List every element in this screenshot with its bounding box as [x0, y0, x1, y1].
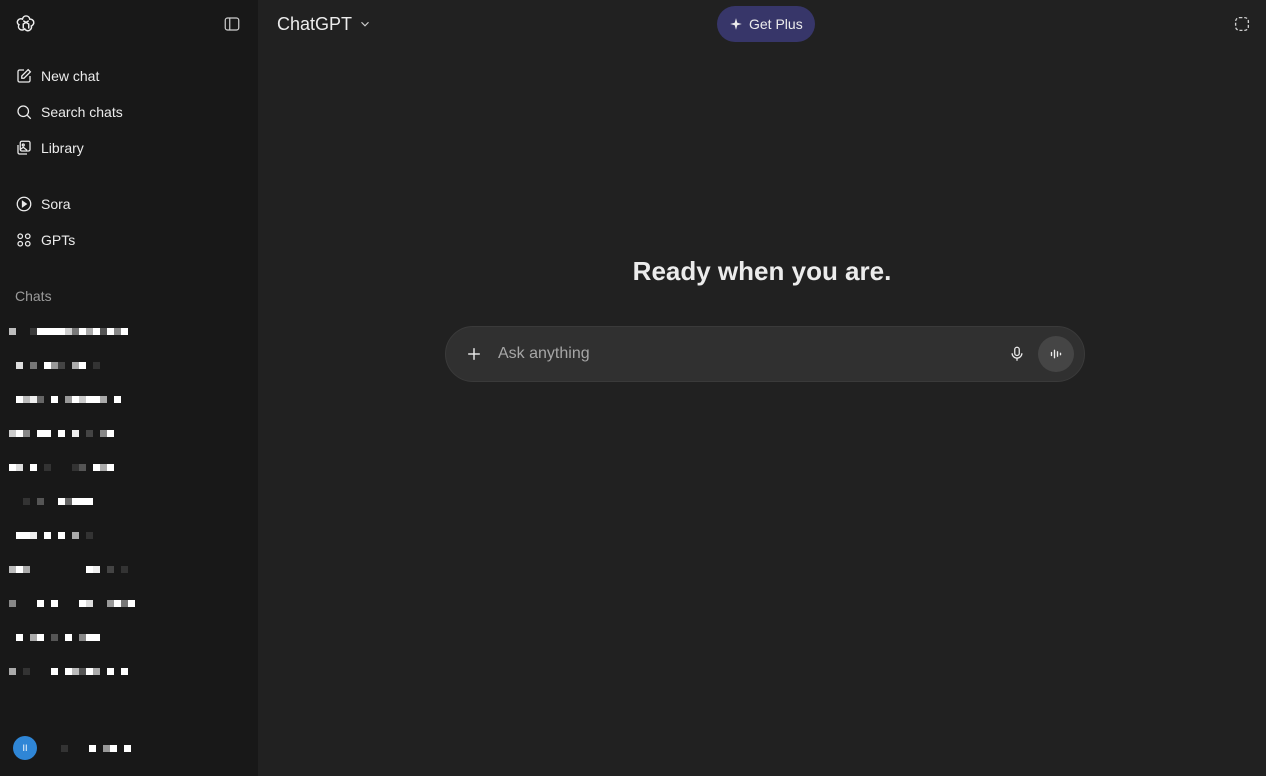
chat-history-item[interactable] [0, 416, 258, 450]
avatar: II [13, 736, 37, 760]
waveform-icon [1050, 349, 1062, 359]
redacted-chat-title [9, 599, 135, 607]
sidebar-item-gpts[interactable]: GPTs [0, 222, 258, 258]
redacted-chat-title [9, 667, 128, 675]
message-input[interactable] [498, 345, 1000, 363]
chevron-down-icon [361, 21, 369, 27]
sidebar-item-library[interactable]: Library [0, 130, 258, 166]
play-circle-icon [16, 196, 32, 212]
redacted-chat-title [9, 531, 93, 539]
chat-history-item[interactable] [0, 654, 258, 688]
main-panel: ChatGPT Get Plus Ready when you are. [258, 0, 1266, 776]
chat-history-item[interactable] [0, 518, 258, 552]
redacted-user-name [47, 744, 138, 752]
composer [445, 326, 1085, 382]
chat-history-item[interactable] [0, 586, 258, 620]
chat-history-item[interactable] [0, 620, 258, 654]
page-title: Ready when you are. [632, 256, 892, 286]
toggle-sidebar-icon[interactable] [220, 12, 244, 36]
sidebar-nav: New chat Search chats Library Sora GPTs [0, 58, 258, 258]
chat-history-item[interactable] [0, 348, 258, 382]
sidebar-item-sora[interactable]: Sora [0, 186, 258, 222]
search-icon [17, 105, 32, 120]
chat-history-item[interactable] [0, 484, 258, 518]
redacted-chat-title [9, 361, 100, 369]
sidebar-item-label: GPTs [41, 232, 76, 248]
edit-icon [17, 68, 32, 83]
sidebar-item-label: Library [41, 140, 84, 156]
redacted-chat-title [9, 633, 100, 641]
sparkle-icon [730, 18, 742, 30]
get-plus-label: Get Plus [749, 16, 803, 32]
sidebar-item-new-chat[interactable]: New chat [0, 58, 258, 94]
chat-history-item[interactable] [0, 382, 258, 416]
library-icon [17, 140, 31, 155]
sidebar-item-label: New chat [41, 68, 100, 84]
grid-icon [17, 233, 31, 247]
openai-logo-icon[interactable] [14, 12, 38, 36]
sidebar-item-search-chats[interactable]: Search chats [0, 94, 258, 130]
top-bar: ChatGPT Get Plus [258, 0, 1266, 48]
model-label: ChatGPT [277, 13, 353, 34]
sidebar-top [0, 0, 258, 48]
user-account-button[interactable]: II [0, 720, 258, 776]
chat-history-list [0, 314, 258, 688]
redacted-chat-title [9, 327, 128, 335]
model-picker-button[interactable]: ChatGPT [277, 14, 372, 35]
chat-history-item[interactable] [0, 552, 258, 586]
voice-mode-button[interactable] [1038, 336, 1074, 372]
microphone-icon[interactable] [1000, 337, 1034, 371]
sidebar-item-label: Sora [41, 196, 71, 212]
sidebar: New chat Search chats Library Sora GPTs … [0, 0, 258, 776]
redacted-chat-title [9, 463, 114, 471]
redacted-chat-title [9, 429, 114, 437]
chat-history-item[interactable] [0, 450, 258, 484]
redacted-chat-title [9, 565, 128, 573]
plus-icon[interactable] [464, 344, 484, 364]
get-plus-button[interactable]: Get Plus [717, 6, 815, 42]
sidebar-item-label: Search chats [41, 104, 123, 120]
temporary-chat-icon[interactable] [1230, 12, 1254, 36]
chat-history-item[interactable] [0, 314, 258, 348]
chats-section-label: Chats [15, 288, 52, 304]
redacted-chat-title [9, 497, 93, 505]
app-window: New chat Search chats Library Sora GPTs … [0, 0, 1266, 776]
redacted-chat-title [9, 395, 121, 403]
